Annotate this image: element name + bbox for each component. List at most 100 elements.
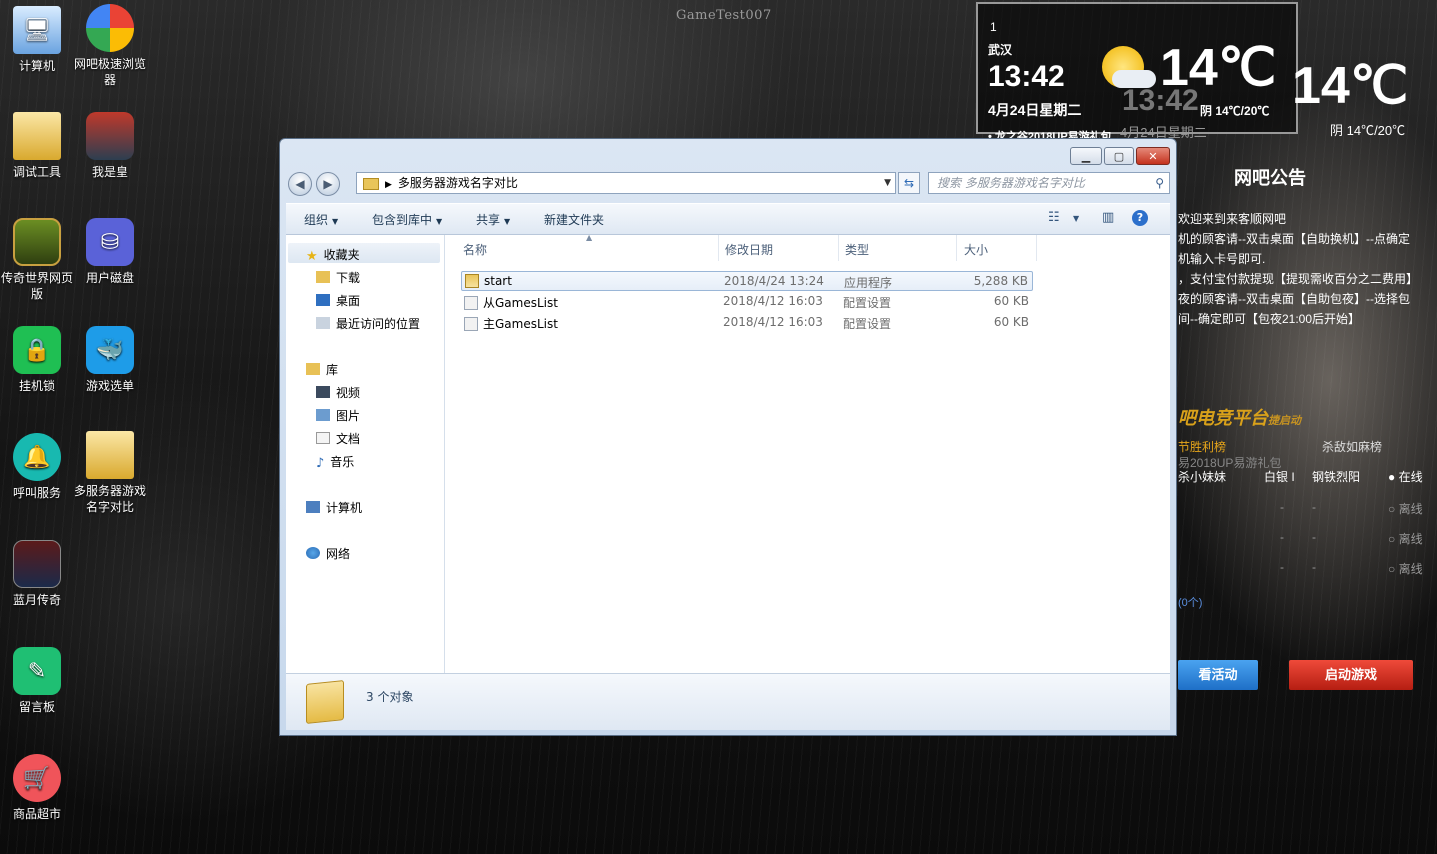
chevron-down-icon: ▼ bbox=[504, 217, 511, 226]
online-count: (0个) bbox=[1178, 597, 1203, 609]
desktop-icon-label: 游戏选单 bbox=[85, 379, 134, 393]
item-count: 3 个对象 bbox=[366, 690, 414, 704]
nav-favorites[interactable]: ★ 收藏夹 bbox=[306, 246, 360, 264]
preview-pane-icon[interactable]: ▥ bbox=[1102, 210, 1114, 225]
weather-condition: 阴 14℃/20℃ bbox=[1200, 104, 1270, 118]
address-bar[interactable]: ▶ 多服务器游戏名字对比 ▼ bbox=[356, 172, 896, 194]
organize-menu[interactable]: 组织 ▼ bbox=[304, 211, 338, 228]
tab-kill-rank[interactable]: 杀敌如麻榜 bbox=[1322, 438, 1382, 455]
desktop-icon-game-menu[interactable]: 🐳 游戏选单 bbox=[73, 326, 147, 394]
refresh-button[interactable]: ⇆ bbox=[898, 172, 920, 194]
include-library-menu[interactable]: 包含到库中 ▼ bbox=[372, 211, 442, 228]
search-placeholder: 搜索 多服务器游戏名字对比 bbox=[937, 176, 1085, 190]
new-folder-label: 新建文件夹 bbox=[544, 213, 605, 227]
file-row[interactable]: 主GamesList 2018/4/12 16:03 配置设置 60 KB bbox=[461, 313, 1033, 333]
column-divider[interactable] bbox=[718, 235, 719, 261]
esports-brand: 吧电竞平台捷启动 bbox=[1178, 404, 1301, 430]
column-type[interactable]: 类型 bbox=[845, 241, 869, 258]
nav-label: 桌面 bbox=[336, 294, 361, 308]
start-game-button[interactable]: 启动游戏 bbox=[1289, 660, 1413, 690]
file-row[interactable]: start 2018/4/24 13:24 应用程序 5,288 KB bbox=[461, 271, 1033, 291]
column-divider[interactable] bbox=[956, 235, 957, 261]
chevron-down-icon[interactable]: ▼ bbox=[1073, 214, 1079, 223]
star-icon: ★ bbox=[306, 249, 318, 264]
help-icon[interactable]: ? bbox=[1132, 210, 1148, 226]
tab-victory-rank[interactable]: 节胜利榜 bbox=[1178, 438, 1226, 455]
file-list: ▲ 名称 修改日期 类型 大小 start 2018/4/24 13:24 应用… bbox=[445, 233, 1170, 673]
maximize-button[interactable]: ▢ bbox=[1104, 147, 1134, 165]
esports-brand-text: 吧电竞平台 bbox=[1178, 408, 1268, 428]
desktop-icon-label: 商品超市 bbox=[12, 807, 61, 821]
rank-title: - bbox=[1312, 530, 1316, 544]
navigation-pane: ★ 收藏夹 下载 桌面 最近访问的位置 库 视频 图片 文档 ♪ 音乐 计算机 网络 bbox=[286, 235, 445, 673]
rank-player: 杀小妹妹 bbox=[1178, 470, 1227, 484]
config-file-icon bbox=[464, 317, 478, 331]
rank-status: ● 在线 bbox=[1388, 470, 1423, 484]
recent-places-icon bbox=[316, 317, 330, 329]
desktop-icon-lock[interactable]: 🔒 挂机锁 bbox=[0, 326, 74, 394]
nav-documents[interactable]: 文档 bbox=[316, 430, 360, 447]
desktop-icon-game-woshihuang[interactable]: 我是皇 bbox=[73, 112, 147, 180]
column-name[interactable]: 名称 bbox=[463, 241, 487, 258]
chevron-down-icon[interactable]: ▼ bbox=[884, 173, 891, 193]
weather-news-ticker[interactable]: • 龙之谷2018UP易游礼包 bbox=[988, 128, 1138, 138]
desktop-icon-chuanqi-web[interactable]: 传奇世界网页版 bbox=[0, 218, 74, 302]
file-name: start bbox=[484, 274, 512, 288]
nav-music[interactable]: ♪ 音乐 bbox=[316, 453, 354, 471]
desktop-icon-label: 传奇世界网页版 bbox=[0, 271, 73, 301]
desktop-icon-multi-server-folder[interactable]: 多服务器游戏名字对比 bbox=[73, 431, 147, 515]
desktop-icon-browser[interactable]: 网吧极速浏览器 bbox=[73, 4, 147, 88]
rank-tier: - bbox=[1280, 560, 1284, 574]
back-button[interactable]: ◀ bbox=[288, 172, 312, 196]
desktop-icon-message-board[interactable]: ✎ 留言板 bbox=[0, 647, 74, 715]
nav-label: 收藏夹 bbox=[323, 248, 360, 262]
share-label: 共享 bbox=[476, 213, 501, 227]
minimize-button[interactable]: ▁ bbox=[1070, 147, 1102, 165]
share-menu[interactable]: 共享 ▼ bbox=[476, 211, 510, 228]
search-input[interactable]: 搜索 多服务器游戏名字对比 ⚲ bbox=[928, 172, 1170, 194]
file-name-cell: start bbox=[465, 274, 512, 288]
music-icon: ♪ bbox=[316, 456, 325, 471]
nav-libraries[interactable]: 库 bbox=[306, 361, 338, 378]
desktop-icon-computer[interactable]: 🖥 计算机 bbox=[0, 6, 74, 74]
column-divider[interactable] bbox=[838, 235, 839, 261]
nav-recent[interactable]: 最近访问的位置 bbox=[316, 315, 420, 332]
desktop-icon-shop[interactable]: 🛒 商品超市 bbox=[0, 754, 74, 822]
cart-icon: 🛒 bbox=[13, 754, 61, 802]
column-date[interactable]: 修改日期 bbox=[725, 241, 773, 258]
nav-videos[interactable]: 视频 bbox=[316, 384, 360, 401]
desktop-icon-label: 留言板 bbox=[18, 700, 55, 714]
document-icon bbox=[316, 432, 330, 444]
column-size[interactable]: 大小 bbox=[964, 241, 988, 258]
announcement-line: 夜的顾客请--双击桌面【自助包夜】--选择包 bbox=[1178, 292, 1410, 306]
announcement-line: 间--确定即可【包夜21:00后开始】 bbox=[1178, 312, 1361, 326]
weather-widget: 1 武汉 13:42 4月24日星期二 14℃ 13:42 阴 14℃/20℃ … bbox=[976, 2, 1298, 140]
weather-temperature-secondary: 14℃ bbox=[1292, 57, 1409, 115]
column-divider[interactable] bbox=[1036, 235, 1037, 261]
arrow-right-icon: ▶ bbox=[323, 177, 333, 191]
rank-tier: - bbox=[1280, 500, 1284, 514]
desktop-icon-debug-tools[interactable]: 调试工具 bbox=[0, 112, 74, 180]
desktop-icon-user-disk[interactable]: ⛁ 用户磁盘 bbox=[73, 218, 147, 286]
game-avatar-icon bbox=[86, 112, 134, 160]
nav-downloads[interactable]: 下载 bbox=[316, 269, 360, 286]
desktop-icon-lanyue[interactable]: 蓝月传奇 bbox=[0, 540, 74, 608]
view-activity-button[interactable]: 看活动 bbox=[1178, 660, 1258, 690]
close-button[interactable]: ✕ bbox=[1136, 147, 1170, 165]
nav-computer[interactable]: 计算机 bbox=[306, 499, 362, 516]
file-name-cell: 主GamesList bbox=[464, 315, 558, 332]
disk-icon: ⛁ bbox=[86, 218, 134, 266]
nav-pictures[interactable]: 图片 bbox=[316, 407, 360, 424]
forward-button[interactable]: ▶ bbox=[316, 172, 340, 196]
nav-desktop[interactable]: 桌面 bbox=[316, 292, 360, 309]
file-size: 60 KB bbox=[993, 315, 1029, 329]
desktop-icon-label: 多服务器游戏名字对比 bbox=[73, 484, 146, 514]
computer-icon bbox=[306, 501, 320, 513]
search-icon[interactable]: ⚲ bbox=[1155, 173, 1164, 193]
nav-buttons: ◀ ▶ bbox=[288, 172, 340, 196]
file-row[interactable]: 从GamesList 2018/4/12 16:03 配置设置 60 KB bbox=[461, 292, 1033, 312]
nav-network[interactable]: 网络 bbox=[306, 545, 350, 562]
new-folder-button[interactable]: 新建文件夹 bbox=[544, 211, 604, 228]
desktop-icon-call-service[interactable]: 🔔 呼叫服务 bbox=[0, 433, 74, 501]
view-options-icon[interactable]: ☷ bbox=[1048, 210, 1060, 225]
